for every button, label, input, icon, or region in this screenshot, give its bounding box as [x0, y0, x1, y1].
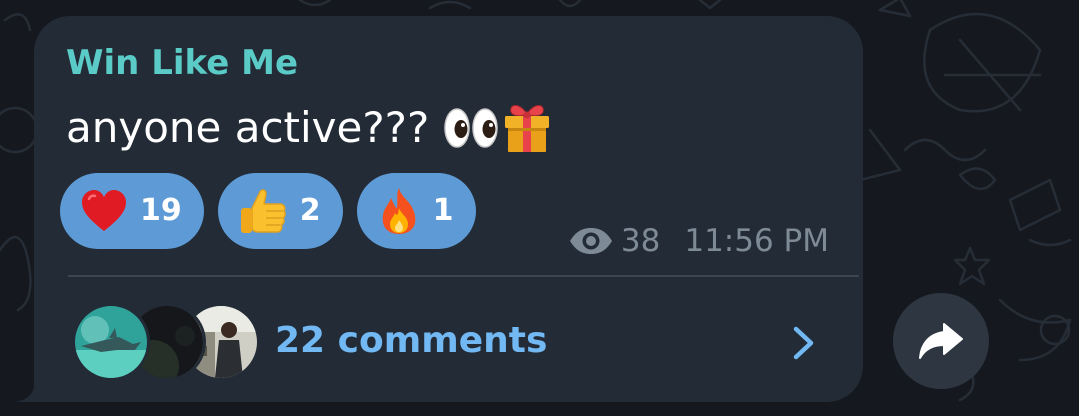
reaction-count: 2 [299, 193, 321, 228]
thumbs-up-emoji [240, 189, 286, 233]
sender-name[interactable]: Win Like Me [66, 43, 298, 83]
reaction-thumbs-up[interactable]: 2 [217, 173, 343, 249]
share-button[interactable] [893, 293, 989, 389]
message-text: anyone active??? [66, 103, 430, 152]
red-heart-emoji [82, 190, 126, 231]
message-emojis [443, 100, 555, 156]
reaction-count: 1 [432, 193, 454, 228]
chevron-right-icon [793, 326, 814, 360]
channel-post-bubble: Win Like Me anyone active??? 19 2 1 38 1… [34, 16, 863, 402]
post-meta: 38 11:56 PM [568, 221, 829, 261]
view-count: 38 [620, 223, 661, 259]
fire-emoji [382, 188, 415, 234]
share-forward-icon [919, 323, 963, 359]
message-body: anyone active??? [66, 98, 555, 158]
reaction-fire[interactable]: 1 [356, 173, 476, 249]
divider [68, 275, 859, 277]
gift-emoji [505, 105, 550, 152]
reaction-heart[interactable]: 19 [60, 173, 204, 249]
comments-button[interactable]: 22 comments [34, 278, 863, 402]
eye-icon [569, 228, 612, 254]
shark-photo-avatar [75, 306, 147, 378]
reactions-bar: 19 2 1 [60, 173, 476, 249]
post-time: 11:56 PM [684, 223, 829, 259]
reaction-count: 19 [140, 193, 182, 228]
avatar [72, 303, 150, 381]
comments-label: 22 comments [275, 320, 548, 361]
eyes-emoji [444, 108, 499, 148]
